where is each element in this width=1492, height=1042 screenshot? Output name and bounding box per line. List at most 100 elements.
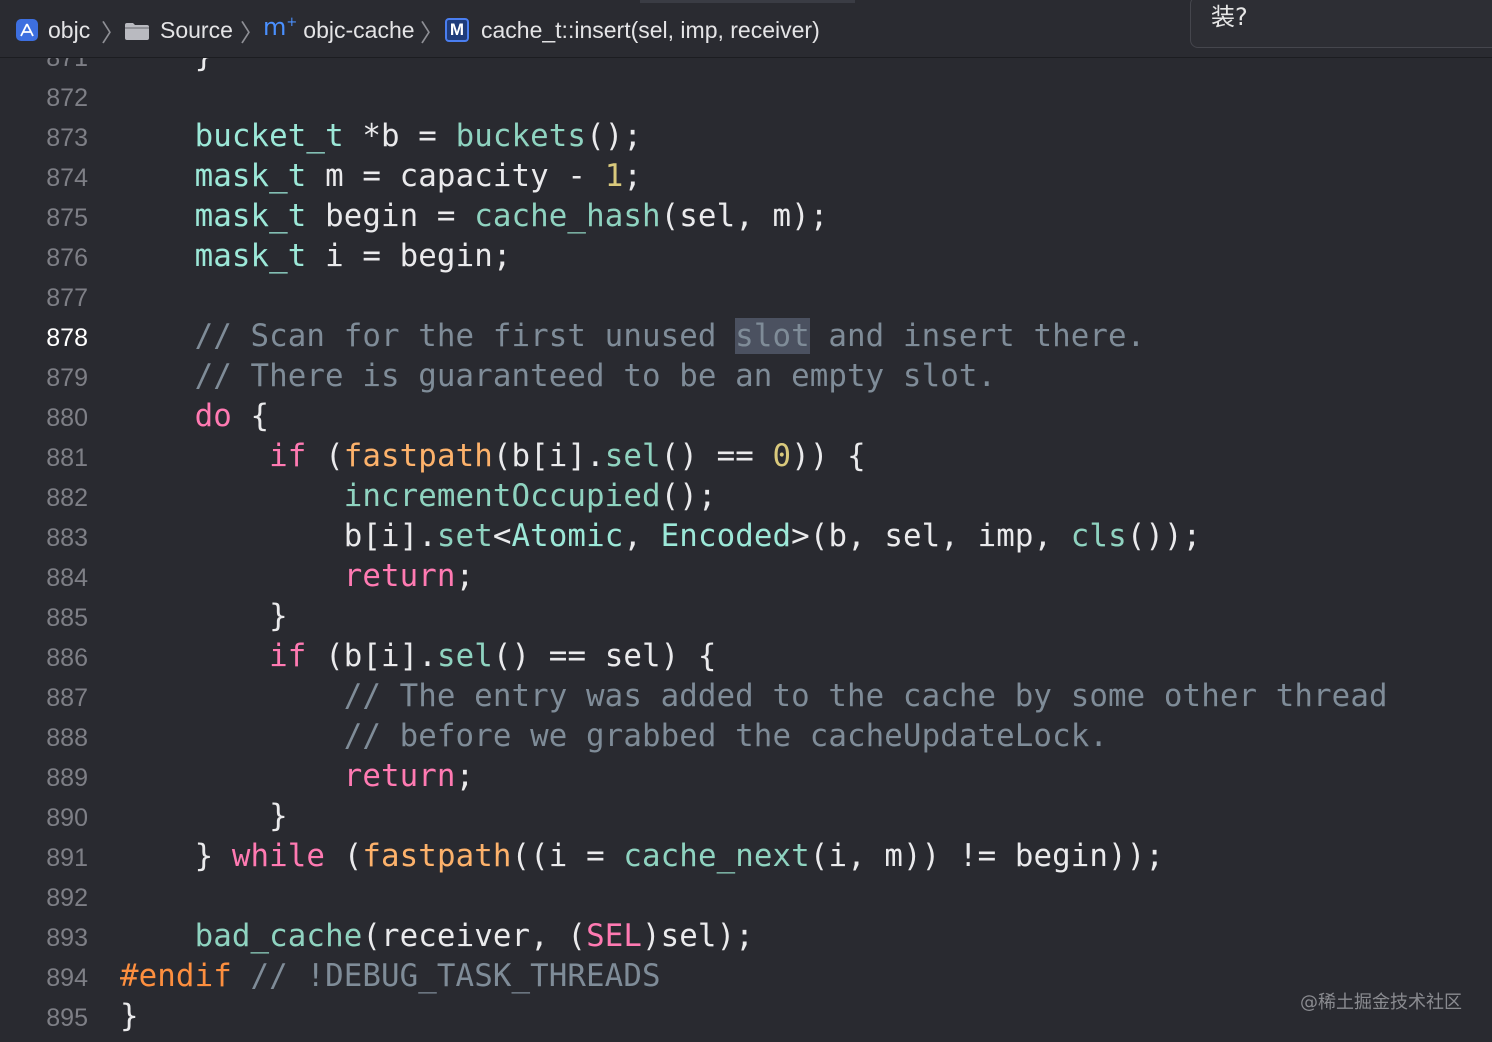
- code-line[interactable]: 875 mask_t begin = cache_hash(sel, m);: [0, 196, 1492, 236]
- line-number[interactable]: 884: [0, 564, 88, 593]
- code-token: while: [231, 838, 326, 874]
- code-line[interactable]: 887 // The entry was added to the cache …: [0, 676, 1492, 716]
- code-line[interactable]: 891 } while (fastpath((i = cache_next(i,…: [0, 836, 1492, 876]
- code-token: )sel);: [642, 918, 754, 954]
- line-number[interactable]: 887: [0, 684, 88, 713]
- code-text[interactable]: }: [120, 58, 214, 74]
- breadcrumb-item-method[interactable]: M cache_t::insert(sel, imp, receiver): [445, 14, 820, 46]
- breadcrumb-item-objc-cache[interactable]: m+ objc-cache: [263, 13, 415, 46]
- line-number[interactable]: 877: [0, 284, 88, 313]
- line-number[interactable]: 881: [0, 444, 88, 473]
- xcode-project-icon: [16, 19, 38, 41]
- code-line[interactable]: 886 if (b[i].sel() == sel) {: [0, 636, 1492, 676]
- overlay-popup[interactable]: 装?: [1190, 0, 1492, 48]
- code-text[interactable]: b[i].set<Atomic, Encoded>(b, sel, imp, c…: [120, 518, 1202, 554]
- code-line[interactable]: 885 }: [0, 596, 1492, 636]
- code-line[interactable]: 890 }: [0, 796, 1492, 836]
- line-number[interactable]: 871: [0, 58, 88, 73]
- code-text[interactable]: bad_cache(receiver, (SEL)sel);: [120, 918, 754, 954]
- line-number[interactable]: 893: [0, 924, 88, 953]
- code-text[interactable]: return;: [120, 758, 474, 794]
- code-token: {: [231, 398, 270, 434]
- code-token: () == sel) {: [492, 638, 717, 674]
- line-number[interactable]: 882: [0, 484, 88, 513]
- breadcrumb-item-source[interactable]: Source: [124, 14, 233, 46]
- line-number[interactable]: 879: [0, 364, 88, 393]
- code-text[interactable]: // Scan for the first unused slot and in…: [120, 318, 1145, 354]
- code-line[interactable]: 895}: [0, 996, 1492, 1036]
- code-token: *b =: [343, 118, 456, 154]
- code-text[interactable]: incrementOccupied();: [120, 478, 717, 514]
- code-token: ;: [623, 158, 643, 194]
- code-text[interactable]: // The entry was added to the cache by s…: [120, 678, 1388, 714]
- code-line[interactable]: 882 incrementOccupied();: [0, 476, 1492, 516]
- code-token: >(b, sel, imp,: [791, 518, 1071, 554]
- code-text[interactable]: if (b[i].sel() == sel) {: [120, 638, 717, 674]
- code-text[interactable]: }: [120, 798, 288, 834]
- line-number[interactable]: 874: [0, 164, 88, 193]
- line-number[interactable]: 892: [0, 884, 88, 913]
- line-number[interactable]: 872: [0, 84, 88, 113]
- line-number[interactable]: 894: [0, 964, 88, 993]
- line-number[interactable]: 889: [0, 764, 88, 793]
- code-text[interactable]: mask_t m = capacity - 1;: [120, 158, 642, 194]
- code-line[interactable]: 879 // There is guaranteed to be an empt…: [0, 356, 1492, 396]
- code-text[interactable]: return;: [120, 558, 474, 594]
- code-text[interactable]: }: [120, 998, 139, 1034]
- code-token: if: [269, 438, 307, 474]
- line-number[interactable]: 888: [0, 724, 88, 753]
- breadcrumb-label: objc: [48, 16, 91, 43]
- line-number[interactable]: 895: [0, 1004, 88, 1033]
- code-text[interactable]: mask_t begin = cache_hash(sel, m);: [120, 198, 829, 234]
- code-text[interactable]: do {: [120, 398, 269, 434]
- code-line[interactable]: 894 #endif // !DEBUG_TASK_THREADS: [0, 956, 1492, 996]
- line-number[interactable]: 876: [0, 244, 88, 273]
- line-number[interactable]: 878: [0, 324, 88, 353]
- method-icon: M: [445, 18, 469, 42]
- code-token: ((i =: [511, 838, 624, 874]
- code-text[interactable]: #endif // !DEBUG_TASK_THREADS: [120, 958, 661, 994]
- code-line[interactable]: 880 do {: [0, 396, 1492, 436]
- code-line[interactable]: 888 // before we grabbed the cacheUpdate…: [0, 716, 1492, 756]
- line-number[interactable]: 885: [0, 604, 88, 633]
- code-line[interactable]: 877: [0, 276, 1492, 316]
- code-text[interactable]: } while (fastpath((i = cache_next(i, m))…: [120, 838, 1164, 874]
- code-token: ;: [455, 558, 475, 594]
- line-number[interactable]: 890: [0, 804, 88, 833]
- code-line[interactable]: 892: [0, 876, 1492, 916]
- code-line[interactable]: 884 return;: [0, 556, 1492, 596]
- code-token: return: [343, 558, 456, 594]
- code-line[interactable]: 874 mask_t m = capacity - 1;: [0, 156, 1492, 196]
- code-token: (: [306, 438, 344, 474]
- code-line[interactable]: 889 return;: [0, 756, 1492, 796]
- breadcrumb-separator: 〉: [240, 18, 264, 47]
- code-line[interactable]: 873 bucket_t *b = buckets();: [0, 116, 1492, 156]
- source-editor[interactable]: 871 } 872 873 bucket_t *b = buckets();874 …: [0, 58, 1492, 1042]
- breadcrumb-separator: 〉: [420, 18, 444, 47]
- code-line[interactable]: 893 bad_cache(receiver, (SEL)sel);: [0, 916, 1492, 956]
- code-line[interactable]: 881 if (fastpath(b[i].sel() == 0)) {: [0, 436, 1492, 476]
- code-line[interactable]: 872: [0, 76, 1492, 116]
- code-text[interactable]: // There is guaranteed to be an empty sl…: [120, 358, 996, 394]
- line-number[interactable]: 886: [0, 644, 88, 673]
- line-number[interactable]: 883: [0, 524, 88, 553]
- code-line[interactable]: 871 }: [0, 58, 1492, 76]
- code-token: and insert there.: [809, 318, 1146, 354]
- code-token: fastpath: [362, 838, 512, 874]
- code-text[interactable]: }: [120, 598, 288, 634]
- breadcrumb-item-objc[interactable]: objc: [16, 14, 90, 46]
- line-number[interactable]: 875: [0, 204, 88, 233]
- code-text[interactable]: if (fastpath(b[i].sel() == 0)) {: [120, 438, 866, 474]
- popup-text: 装?: [1211, 3, 1248, 31]
- line-number[interactable]: 891: [0, 844, 88, 873]
- code-text[interactable]: bucket_t *b = buckets();: [120, 118, 642, 154]
- code-text[interactable]: mask_t i = begin;: [120, 238, 512, 274]
- line-number[interactable]: 880: [0, 404, 88, 433]
- code-text[interactable]: // before we grabbed the cacheUpdateLock…: [120, 718, 1108, 754]
- code-line[interactable]: 883 b[i].set<Atomic, Encoded>(b, sel, im…: [0, 516, 1492, 556]
- line-number[interactable]: 873: [0, 124, 88, 153]
- code-line[interactable]: 878 // Scan for the first unused slot an…: [0, 316, 1492, 356]
- code-line[interactable]: 876 mask_t i = begin;: [0, 236, 1492, 276]
- code-token: 1: [604, 158, 624, 194]
